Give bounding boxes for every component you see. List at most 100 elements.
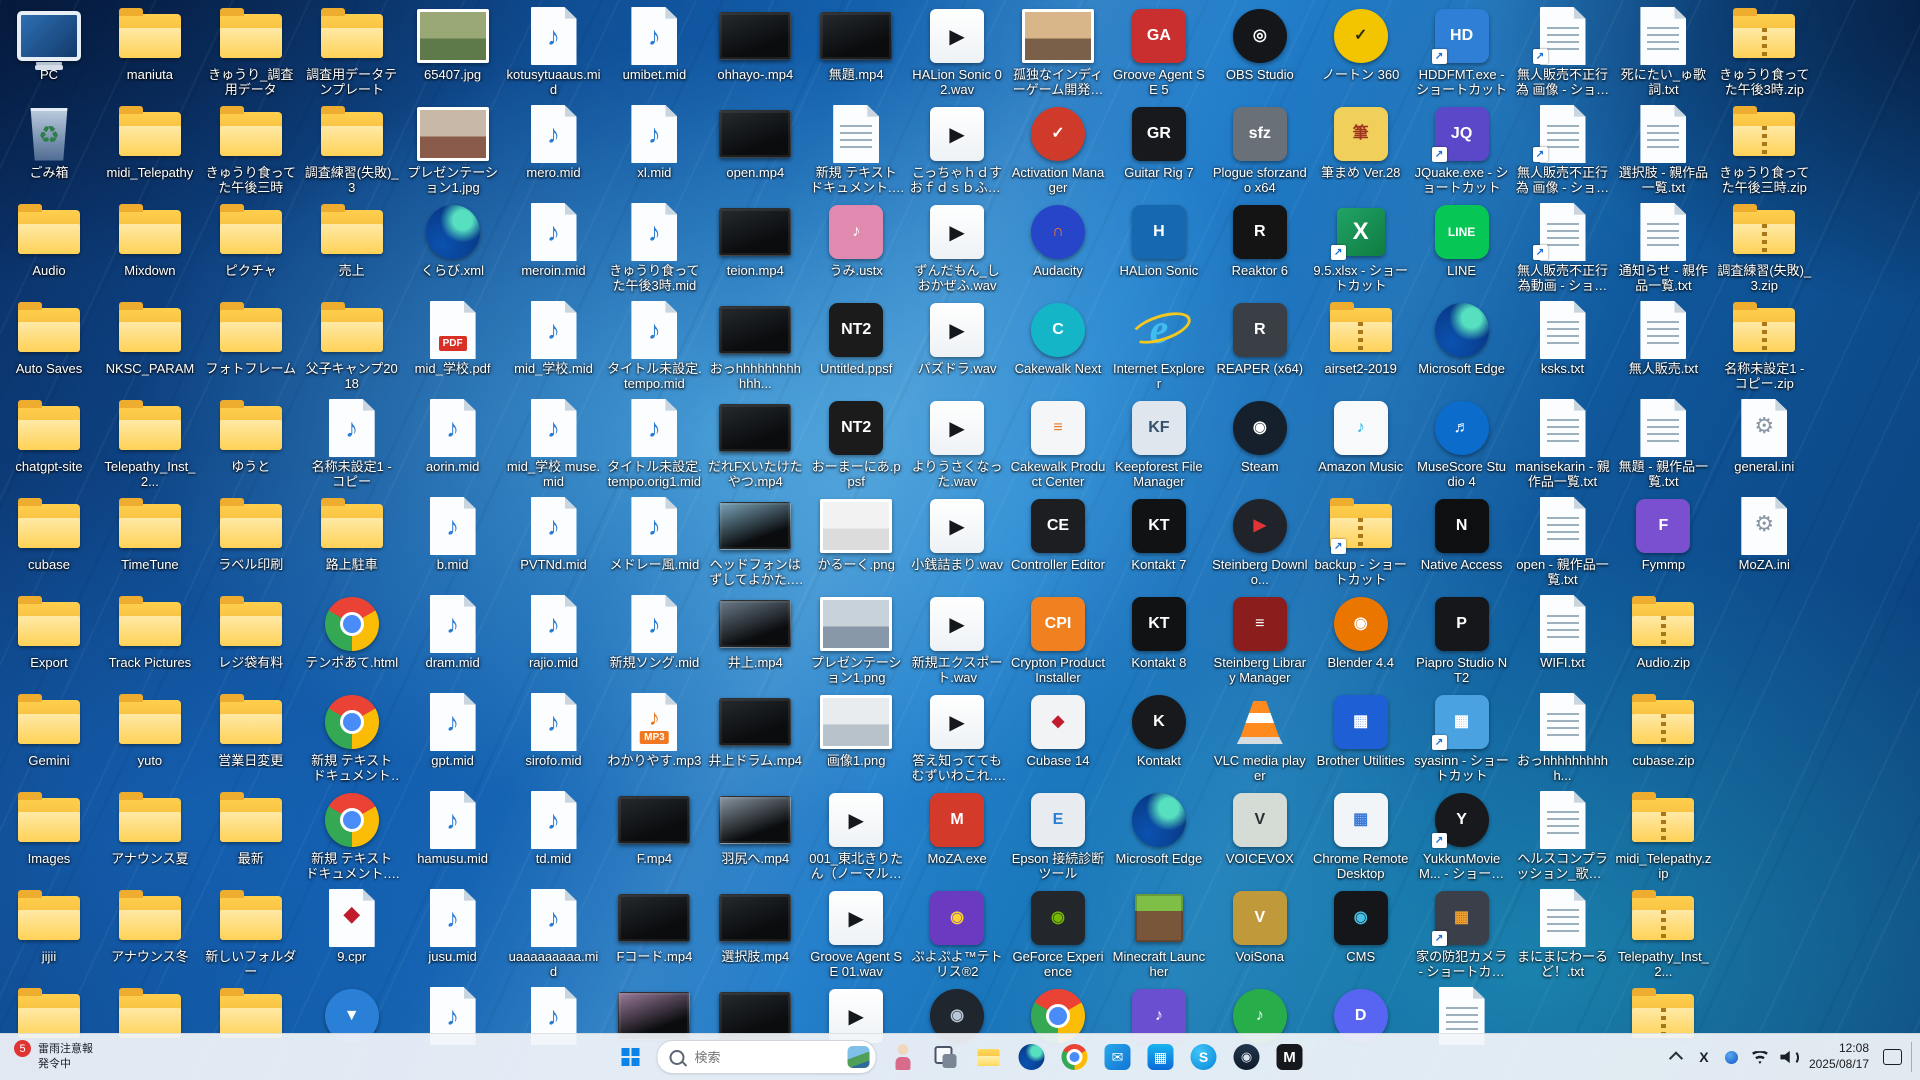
desktop-icon[interactable]: 無題.mp4 [808,8,904,82]
desktop-icon[interactable]: タイトル未設定.tempo.mid [606,302,702,392]
desktop-icon[interactable]: KFKeepforest File Manager [1111,400,1207,490]
mail-icon[interactable] [1101,1040,1135,1074]
desktop-icon[interactable]: CEController Editor [1010,498,1106,572]
volume-icon[interactable] [1775,1042,1801,1072]
desktop-icon[interactable]: b.mid [405,498,501,572]
desktop-icon[interactable]: 新しいフォルダー [203,890,299,980]
desktop-icon[interactable]: 名称未設定1 - コピー [304,400,400,490]
desktop-icon[interactable]: 井上.mp4 [707,596,803,670]
desktop-icon[interactable]: 無人販売不正行為動画 - ショートカット [1515,204,1611,294]
desktop-icon[interactable]: Minecraft Launcher [1111,890,1207,980]
mascot-icon[interactable] [886,1040,920,1074]
desktop-icon[interactable]: Mixdown [102,204,198,278]
desktop-icon[interactable]: ヘルスコンプラッション_歌詞.txt [1515,792,1611,882]
desktop-icon[interactable]: TimeTune [102,498,198,572]
desktop-icon[interactable]: 答え知っててもむずいわこれ.wav [909,694,1005,784]
desktop-icon[interactable]: 羽尻へ.mp4 [707,792,803,866]
desktop-icon[interactable]: 選択肢 - 親作品一覧.txt [1615,106,1711,196]
desktop-icon[interactable]: HHALion Sonic [1111,204,1207,278]
desktop-icon[interactable]: 死にたい_ゅ歌詞.txt [1615,8,1711,98]
desktop-icon[interactable]: KKontakt [1111,694,1207,768]
desktop-icon[interactable]: ♪Amazon Music [1313,400,1409,474]
desktop-icon[interactable]: VVOICEVOX [1212,792,1308,866]
desktop-icon[interactable]: こっちゃｈｄすおｆｄｓｂふお.wav [909,106,1005,196]
task-view-icon[interactable] [929,1040,963,1074]
hidden-icons-chevron-icon[interactable] [1663,1042,1689,1072]
desktop-icon[interactable]: 001_東北きりたん（ノーマル）_今じゃ... [808,792,904,882]
desktop-icon[interactable]: manisekarin - 親作品一覧.txt [1515,400,1611,490]
desktop-icon[interactable]: Internet Explorer [1111,302,1207,392]
desktop-icon[interactable]: 営業日変更 [203,694,299,768]
desktop-icon[interactable]: VVoiSona [1212,890,1308,964]
desktop-icon[interactable]: cubase.zip [1615,694,1711,768]
desktop-icon[interactable]: 無題 - 親作品一覧.txt [1615,400,1711,490]
desktop-icon[interactable]: airset2-2019 [1313,302,1409,376]
desktop-icon[interactable]: 調査練習(失敗)_3 [304,106,400,196]
tray-blue-app-icon[interactable] [1719,1042,1745,1072]
microsoft-store-icon[interactable] [1144,1040,1178,1074]
desktop-icon[interactable]: ヘッドフォンはずしてよかた.mp4 [707,498,803,588]
desktop-icon[interactable]: YYukkunMovieM... - ショートカット [1414,792,1510,882]
desktop-icon[interactable]: VLC media player [1212,694,1308,784]
desktop-icon[interactable]: 孤独なインディーゲーム開発者の一生... [1010,8,1106,98]
desktop-icon[interactable]: ♬MuseScore Studio 4 [1414,400,1510,490]
desktop-icon[interactable]: 新規 テキスト ドキュメント.musicxml [808,106,904,196]
desktop-icon[interactable]: ▦家の防犯カメラ - ショートカット [1414,890,1510,980]
desktop-icon[interactable]: PC [1,8,97,82]
desktop-icon[interactable]: CCakewalk Next [1010,302,1106,376]
desktop-icon[interactable]: JQJQuake.exe - ショートカット [1414,106,1510,196]
desktop-icon[interactable]: MoZA.ini [1716,498,1812,572]
desktop-icon[interactable]: KTKontakt 7 [1111,498,1207,572]
desktop-icon[interactable]: だれFXいたけたやつ.mp4 [707,400,803,490]
desktop-icon[interactable]: タイトル未設定.tempo.orig1.mid [606,400,702,490]
desktop-icon[interactable]: ◉ぷよぷよ™テトリス®2 [909,890,1005,980]
desktop-icon[interactable]: きゅうり_調査用データ [203,8,299,98]
desktop-icon[interactable]: おっhhhhhhhhhh... [1515,694,1611,784]
desktop-icon[interactable]: mid_学校.mid [506,302,602,376]
desktop-icon[interactable]: yuto [102,694,198,768]
desktop-icon[interactable]: ▦syasinn - ショートカット [1414,694,1510,784]
desktop-icon[interactable]: 売上 [304,204,400,278]
desktop-icon[interactable]: Telepathy_Inst_2... [1615,890,1711,980]
desktop-icon[interactable]: PVTNd.mid [506,498,602,572]
desktop-icon[interactable]: ▦Chrome Remote Desktop [1313,792,1409,882]
desktop-icon[interactable]: かるーく.png [808,498,904,572]
desktop-icon[interactable]: ◉Steam [1212,400,1308,474]
desktop-icon[interactable]: きゅうり食ってた午後3時.mid [606,204,702,294]
start-button[interactable] [614,1040,648,1074]
desktop-icon[interactable]: ◉GeForce Experience [1010,890,1106,980]
desktop-icon[interactable]: 新規 テキスト ドキュメント.html [304,792,400,882]
desktop-icon[interactable]: きゅうり食ってた午後三時.zip [1716,106,1812,196]
desktop-icon[interactable]: 調査用データテンプレート [304,8,400,98]
desktop-icon[interactable]: Microsoft Edge [1414,302,1510,376]
desktop-icon[interactable]: NNative Access [1414,498,1510,572]
desktop-icon[interactable]: RREAPER (x64) [1212,302,1308,376]
desktop-icon[interactable]: ♪わかりやす.mp3 [606,694,702,768]
desktop-icon[interactable]: CPICrypton Product Installer [1010,596,1106,686]
desktop-icon[interactable]: アナウンス夏 [102,792,198,866]
desktop-icon[interactable]: Track Pictures [102,596,198,670]
desktop-icon[interactable]: おっhhhhhhhhhhhh... [707,302,803,392]
desktop-icon[interactable]: Images [1,792,97,866]
desktop-icon[interactable]: 9.5.xlsx - ショートカット [1313,204,1409,294]
widgets-button[interactable]: 5 雷雨注意報 発令中 [0,1034,107,1080]
desktop-icon[interactable]: 新規エクスポート.wav [909,596,1005,686]
desktop-icon[interactable]: chatgpt-site [1,400,97,474]
desktop-icon[interactable]: 新規ソング.mid [606,596,702,670]
desktop-icon[interactable]: プレゼンテーション1.png [808,596,904,686]
desktop-icon[interactable]: mid_学校.pdf [405,302,501,376]
desktop-icon[interactable]: mero.mid [506,106,602,180]
desktop-icon[interactable]: よりうさくなった.wav [909,400,1005,490]
desktop-icon[interactable]: gpt.mid [405,694,501,768]
desktop-icon[interactable]: midi_Telepathy.zip [1615,792,1711,882]
desktop-icon[interactable]: dram.mid [405,596,501,670]
search-box[interactable] [657,1040,877,1074]
desktop-icon[interactable]: ゆうと [203,400,299,474]
desktop-icon[interactable]: midi_Telepathy [102,106,198,180]
desktop-icon[interactable]: PPiapro Studio NT2 [1414,596,1510,686]
desktop-icon[interactable]: 無人販売不正行為 画像 - ショートカッ... [1515,8,1611,98]
desktop-icon[interactable]: くらび.xml [405,204,501,278]
desktop-icon[interactable]: プレゼンテーション1.jpg [405,106,501,196]
desktop-icon[interactable]: open - 親作品一覧.txt [1515,498,1611,588]
desktop-icon[interactable]: td.mid [506,792,602,866]
